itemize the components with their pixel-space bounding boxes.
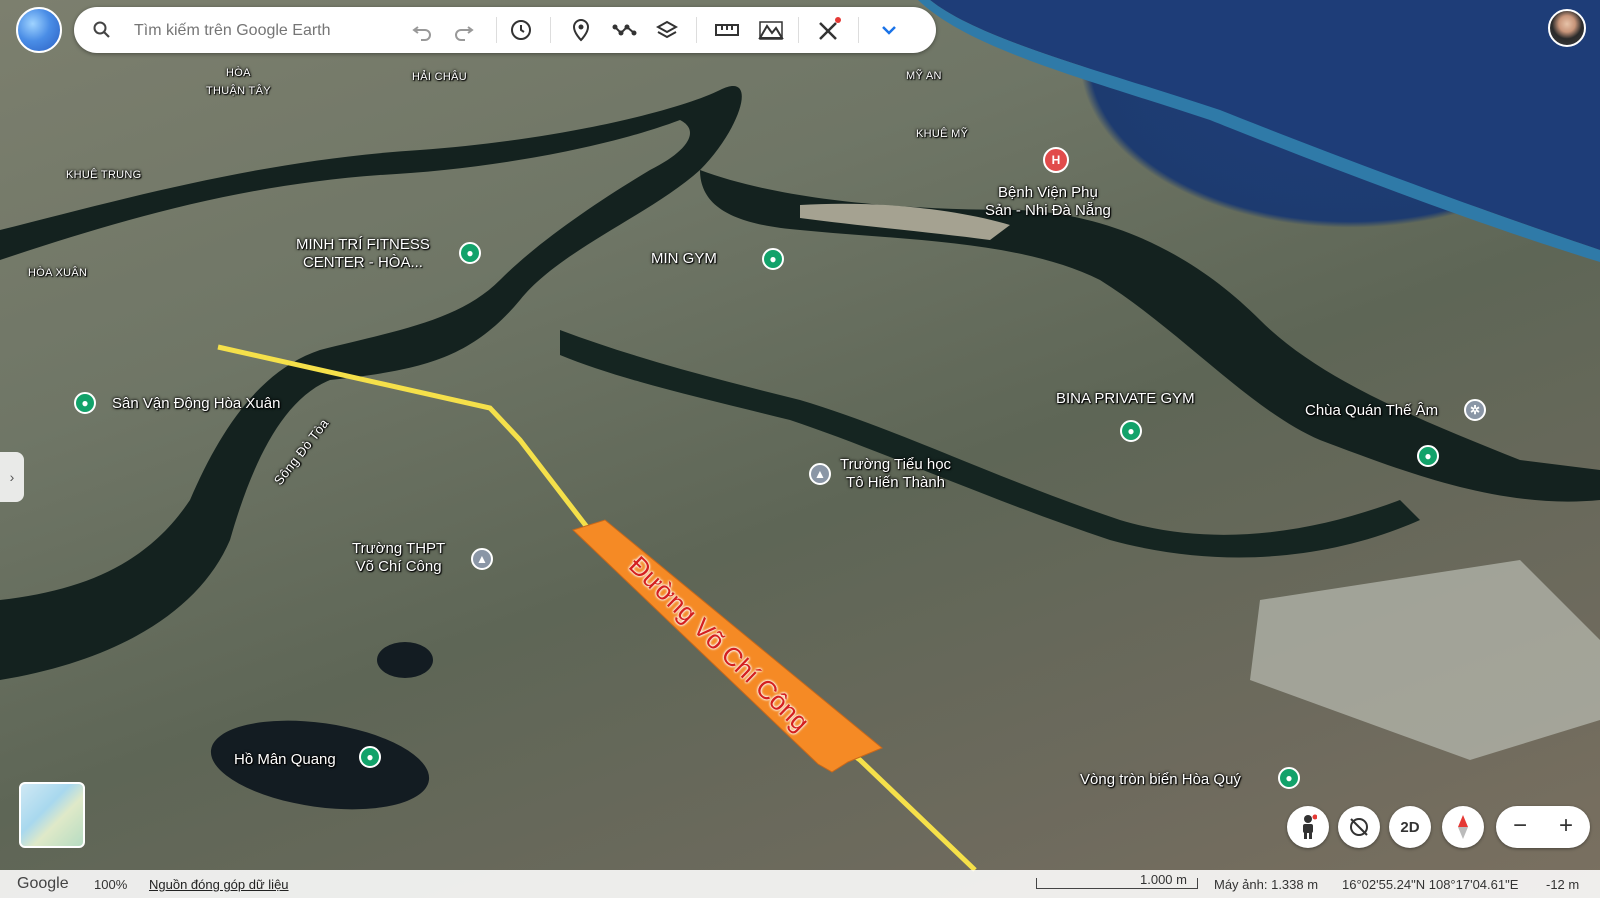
gym-pin-icon[interactable]: ● — [762, 248, 784, 270]
label-minh-tri-fitness[interactable]: MINH TRÍ FITNESS CENTER - HÒA... — [296, 236, 430, 272]
search-icon — [93, 21, 110, 38]
label-khue-my: KHUÊ MỸ — [916, 128, 969, 140]
street-view-pegman-icon[interactable] — [1287, 806, 1329, 848]
label-chua-quan-the-am[interactable]: Chùa Quán Thế Âm — [1305, 402, 1438, 420]
park-pin-icon[interactable]: ● — [359, 746, 381, 768]
zoom-in-button[interactable]: + — [1546, 812, 1586, 840]
gym-pin-icon[interactable]: ● — [1120, 420, 1142, 442]
label-san-van-dong[interactable]: Sân Vận Động Hòa Xuân — [112, 395, 280, 413]
label-benh-vien[interactable]: Bệnh Viện Phụ Sản - Nhi Đà Nẵng — [985, 184, 1111, 220]
avatar[interactable] — [1548, 9, 1586, 47]
tilt-toggle-icon[interactable] — [1338, 806, 1380, 848]
mountain-icon[interactable] — [756, 15, 786, 45]
scale-label: 1.000 m — [1140, 872, 1187, 887]
label-min-gym[interactable]: MIN GYM — [651, 250, 717, 268]
zoom-percentage: 100% — [94, 877, 128, 892]
park-pin-icon[interactable]: ● — [1417, 445, 1439, 467]
hospital-pin-icon[interactable]: H — [1043, 147, 1069, 173]
placemark-icon[interactable] — [566, 15, 596, 45]
gym-pin-icon[interactable]: ● — [459, 242, 481, 264]
label-my-an: MỸ AN — [906, 70, 942, 82]
toolbar-divider — [496, 17, 497, 43]
undo-icon[interactable] — [408, 15, 438, 45]
ruler-icon[interactable] — [712, 15, 742, 45]
two-d-toggle-button[interactable]: 2D — [1389, 806, 1431, 848]
history-icon[interactable] — [506, 15, 536, 45]
compass-icon[interactable] — [1442, 806, 1484, 848]
cleared-land — [1250, 560, 1600, 760]
top-toolbar — [74, 7, 936, 53]
search-input[interactable] — [132, 17, 392, 45]
label-khue-trung: KHUÊ TRUNG — [66, 169, 142, 181]
toolbar-divider — [858, 17, 859, 43]
elevation: -12 m — [1546, 877, 1580, 892]
data-attribution-link[interactable]: Nguồn đóng góp dữ liệu — [149, 877, 289, 892]
path-icon[interactable] — [610, 15, 640, 45]
expand-panel-handle[interactable]: › — [0, 452, 24, 502]
label-truong-tieu-hoc[interactable]: Trường Tiểu học Tô Hiến Thành — [840, 456, 951, 492]
minimap[interactable] — [19, 782, 85, 848]
satellite-map[interactable]: HÒA THUẬN TÂY HẢI CHÂU MỸ AN KHUÊ MỸ KHU… — [0, 0, 1600, 898]
status-bar: Google 100% Nguồn đóng góp dữ liệu 1.000… — [0, 870, 1600, 898]
label-hai-chau: HẢI CHÂU — [412, 71, 467, 83]
camera-altitude: Máy ảnh: 1.338 m — [1214, 877, 1319, 892]
toolbar-divider — [696, 17, 697, 43]
google-earth-logo-icon[interactable] — [16, 7, 62, 53]
zoom-out-button[interactable]: − — [1500, 812, 1540, 840]
zoom-controls: − + — [1496, 806, 1590, 848]
chevron-down-icon[interactable] — [874, 15, 904, 45]
stadium-pin-icon[interactable]: ● — [74, 392, 96, 414]
school-pin-icon[interactable]: ▲ — [809, 463, 831, 485]
chevron-right-icon: › — [9, 469, 15, 485]
label-hoa-xuan: HÒA XUÂN — [28, 267, 88, 279]
label-bina-gym[interactable]: BINA PRIVATE GYM — [1056, 390, 1195, 408]
toolbar-divider — [798, 17, 799, 43]
redo-icon[interactable] — [448, 15, 478, 45]
tools-icon[interactable] — [814, 15, 844, 45]
coordinates: 16°02'55.24"N 108°17'04.61"E — [1342, 877, 1519, 892]
label-hoa-thuan-tay: HÒA THUẬN TÂY — [206, 67, 271, 97]
label-ho-man-quang[interactable]: Hồ Mân Quang — [234, 751, 336, 769]
search-box[interactable] — [74, 7, 396, 53]
temple-pin-icon[interactable]: ✲ — [1464, 399, 1486, 421]
label-vong-tron-bien[interactable]: Vòng tròn biển Hòa Quý — [1080, 771, 1241, 789]
label-truong-thpt[interactable]: Trường THPT Võ Chí Công — [352, 540, 445, 576]
school-pin-icon[interactable]: ▲ — [471, 548, 493, 570]
park-pin-icon[interactable]: ● — [1278, 767, 1300, 789]
layers-icon[interactable] — [652, 15, 682, 45]
google-brand: Google — [17, 875, 69, 892]
toolbar-divider — [550, 17, 551, 43]
lake-small — [377, 642, 433, 678]
